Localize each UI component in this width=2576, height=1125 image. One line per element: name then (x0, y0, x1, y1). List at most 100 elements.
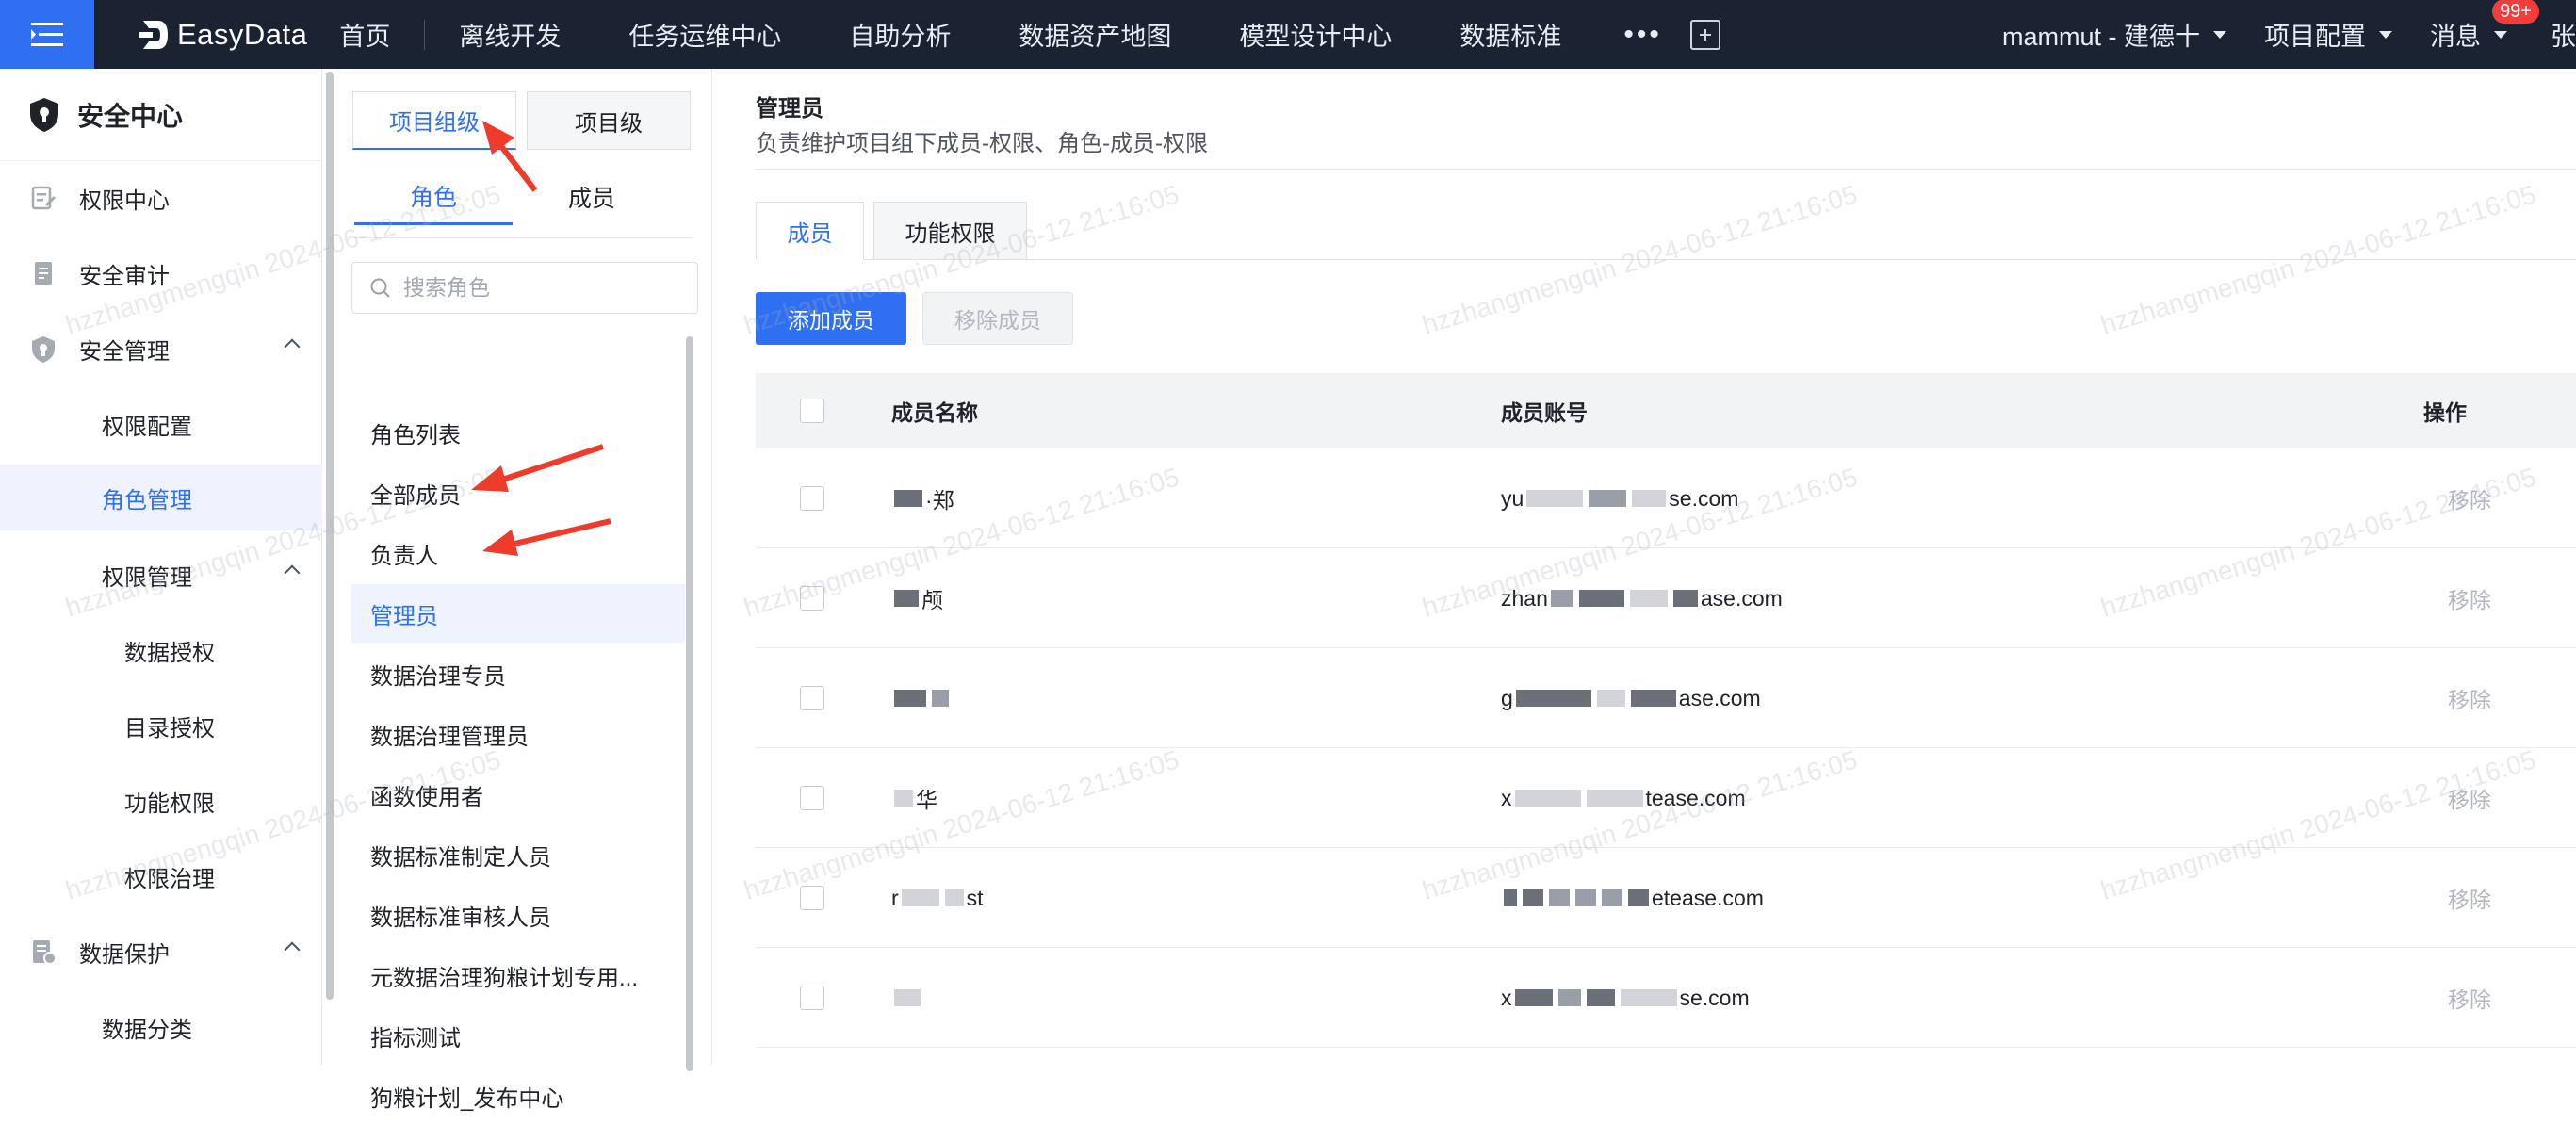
account-suffix: se.com (1669, 485, 1739, 511)
role-item-dogfood-release[interactable]: 狗粮计划_发布中心 (351, 1067, 685, 1125)
member-name (891, 948, 923, 1048)
role-item-standard-author[interactable]: 数据标准制定人员 (351, 825, 685, 884)
sidebar-item-role-management[interactable]: 角色管理 (0, 465, 322, 530)
redacted-text (894, 690, 926, 707)
top-navigation-bar: EasyData 首页 离线开发 任务运维中心 自助分析 数据资产地图 模型设计… (0, 0, 2576, 69)
redacted-text (1578, 590, 1624, 607)
account-prefix: x (1501, 785, 1512, 810)
nav-model-design[interactable]: 模型设计中心 (1205, 16, 1426, 53)
nav-offline-dev[interactable]: 离线开发 (425, 16, 595, 53)
table-row: 华 x tease.com 移除 (756, 748, 2576, 848)
sidebar-item-label: 目录授权 (124, 715, 215, 742)
remove-member-button[interactable]: 移除成员 (922, 292, 1073, 345)
sidebar-item-catalog-authorization[interactable]: 目录授权 (0, 695, 322, 756)
message-count-badge: 99+ (2492, 0, 2539, 24)
role-item-function-user[interactable]: 函数使用者 (351, 765, 685, 823)
redacted-text (1628, 889, 1649, 906)
row-checkbox[interactable] (800, 486, 824, 511)
sidebar-item-label: 权限中心 (79, 188, 170, 214)
name-suffix: ·郑 (925, 488, 954, 513)
sidebar-item-permission-governance[interactable]: 权限治理 (0, 846, 322, 906)
tab-baseline (756, 259, 2576, 260)
role-item-owner[interactable]: 负责人 (351, 524, 685, 582)
nav-self-analysis[interactable]: 自助分析 (815, 16, 985, 53)
messages-menu[interactable]: 消息 99+ (2430, 0, 2539, 53)
row-checkbox[interactable] (800, 986, 824, 1010)
easydata-logo[interactable]: EasyData (139, 18, 307, 52)
remove-link[interactable]: 移除 (2448, 848, 2491, 948)
member-name: r st (891, 848, 984, 948)
member-account: zhan ase.com (1501, 548, 1783, 648)
redacted-text (1672, 590, 1698, 607)
project-config-menu[interactable]: 项目配置 (2264, 16, 2392, 53)
role-item-metric-test[interactable]: 指标测试 (351, 1006, 685, 1065)
logo-text: EasyData (177, 17, 308, 51)
role-panel: 项目组级 项目级 角色 成员 角色列表 全部成员 负责人 管理员 数据治理专员 … (335, 69, 712, 1112)
chevron-up-icon[interactable] (284, 564, 301, 581)
chevron-up-icon[interactable] (284, 941, 301, 958)
sidebar-title: 安全中心 (77, 101, 184, 131)
tab-function-permission[interactable]: 功能权限 (873, 202, 1027, 260)
chevron-up-icon[interactable] (284, 338, 301, 355)
select-all-checkbox[interactable] (800, 399, 824, 423)
column-member-account: 成员账号 (1501, 400, 1588, 425)
shield-icon (32, 336, 55, 363)
sidebar-item-label: 权限治理 (124, 866, 215, 892)
name-suffix: st (966, 885, 984, 910)
user-avatar[interactable]: 张 (2551, 16, 2576, 53)
sidebar-scrollbar[interactable] (326, 72, 334, 1000)
remove-link[interactable]: 移除 (2448, 748, 2491, 848)
role-item-role-list[interactable]: 角色列表 (351, 403, 685, 462)
sidebar-item-security-audit[interactable]: 安全审计 (0, 243, 322, 303)
segment-project-level[interactable]: 项目级 (527, 91, 691, 150)
row-checkbox[interactable] (800, 586, 824, 611)
segment-project-group-level[interactable]: 项目组级 (352, 91, 516, 150)
role-item-metadata-dogfood[interactable]: 元数据治理狗粮计划专用... (351, 946, 685, 1004)
role-item-all-members[interactable]: 全部成员 (351, 464, 685, 522)
tab-members[interactable]: 成员 (756, 202, 864, 260)
sidebar-item-data-classification[interactable]: 数据分类 (0, 997, 322, 1057)
redacted-text (894, 590, 919, 607)
subtab-role[interactable]: 角色 (354, 169, 513, 225)
menu-toggle-button[interactable] (0, 0, 94, 69)
role-item-governance-admin[interactable]: 数据治理管理员 (351, 705, 685, 763)
row-checkbox[interactable] (800, 786, 824, 810)
sidebar-item-label: 功能权限 (124, 791, 215, 817)
row-checkbox[interactable] (800, 886, 824, 910)
role-list-scrollbar[interactable] (686, 336, 693, 1071)
sidebar-item-security-management[interactable]: 安全管理 (0, 318, 322, 379)
sidebar-item-permission-management[interactable]: 权限管理 (0, 545, 322, 605)
row-checkbox[interactable] (800, 686, 824, 710)
redacted-text (1514, 790, 1581, 807)
role-search-input[interactable] (403, 275, 686, 301)
nav-home[interactable]: 首页 (339, 16, 424, 53)
account-suffix: se.com (1679, 985, 1750, 1010)
sidebar-item-permission-config[interactable]: 权限配置 (0, 394, 322, 454)
role-search-field[interactable] (351, 262, 698, 314)
redacted-text (1526, 490, 1584, 507)
sidebar-item-permission-center[interactable]: 权限中心 (0, 168, 322, 228)
sidebar-item-data-protection[interactable]: 数据保护 (0, 921, 322, 982)
remove-link[interactable]: 移除 (2448, 948, 2491, 1048)
nav-ops-center[interactable]: 任务运维中心 (595, 16, 815, 53)
subtab-divider (354, 237, 693, 238)
menu-icon (31, 22, 63, 46)
role-item-standard-reviewer[interactable]: 数据标准审核人员 (351, 886, 685, 944)
sidebar-item-function-permission[interactable]: 功能权限 (0, 771, 322, 831)
project-switcher[interactable]: mammut - 建德十 (2002, 16, 2226, 53)
role-item-admin[interactable]: 管理员 (351, 584, 685, 643)
remove-link[interactable]: 移除 (2448, 648, 2491, 748)
role-item-governance-specialist[interactable]: 数据治理专员 (351, 644, 685, 703)
account-prefix: g (1501, 685, 1513, 710)
nav-more-button[interactable]: ••• (1595, 19, 1690, 51)
add-member-button[interactable]: 添加成员 (756, 292, 906, 345)
sidebar-item-data-authorization[interactable]: 数据授权 (0, 620, 322, 680)
remove-link[interactable]: 移除 (2448, 448, 2491, 548)
remove-link[interactable]: 移除 (2448, 548, 2491, 648)
nav-asset-map[interactable]: 数据资产地图 (985, 16, 1205, 53)
redacted-text (944, 889, 964, 906)
subtab-member[interactable]: 成员 (513, 169, 671, 225)
add-shortcut-icon[interactable] (1689, 19, 1720, 50)
nav-data-standard[interactable]: 数据标准 (1426, 16, 1595, 53)
account-prefix: x (1501, 985, 1512, 1010)
